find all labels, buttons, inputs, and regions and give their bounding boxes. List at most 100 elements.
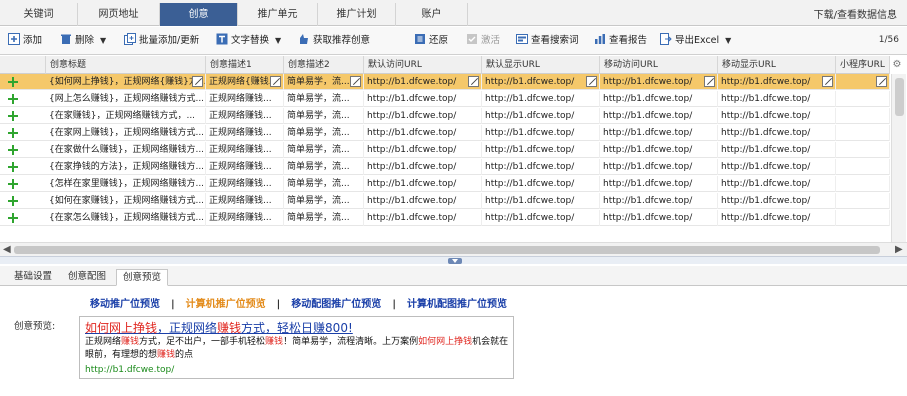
table-row[interactable]: {网上怎么赚钱}，正规网络赚钱方式... 正规网络赚钱... 简单易学，流... ht… <box>0 91 890 107</box>
expand-plus-icon[interactable] <box>8 213 18 223</box>
vertical-scrollbar[interactable] <box>891 74 906 242</box>
horizontal-scroll-thumb[interactable] <box>14 246 880 254</box>
cell-mobile-visit-url[interactable]: http://b1.dfcwe.top/ <box>600 125 718 141</box>
header-description-2[interactable]: 创意描述2 <box>284 56 364 74</box>
expand-plus-icon[interactable] <box>8 128 18 138</box>
cell-default-visit-url[interactable]: http://b1.dfcwe.top/ <box>364 210 482 226</box>
cell-mini-program-url[interactable] <box>836 193 890 209</box>
cell-mobile-visit-url[interactable]: http://b1.dfcwe.top/ <box>600 176 718 192</box>
cell-mini-program-url[interactable] <box>836 142 890 158</box>
cell-default-display-url[interactable]: http://b1.dfcwe.top/ <box>482 108 600 124</box>
edit-icon[interactable] <box>468 76 479 87</box>
add-button[interactable]: 添加 <box>8 33 42 49</box>
get-recommend-creative-button[interactable]: 获取推荐创意 <box>298 33 370 49</box>
cell-mobile-visit-url[interactable]: http://b1.dfcwe.top/ <box>600 142 718 158</box>
cell-description-2[interactable]: 简单易学，流... <box>284 125 364 141</box>
cell-mobile-display-url[interactable]: http://b1.dfcwe.top/ <box>718 74 836 90</box>
chevron-down-icon[interactable]: ▼ <box>100 33 106 49</box>
cell-description-1[interactable]: 正规网络赚钱... <box>206 142 284 158</box>
cell-default-display-url[interactable]: http://b1.dfcwe.top/ <box>482 142 600 158</box>
chevron-down-icon[interactable]: ▼ <box>275 33 281 49</box>
vertical-scroll-thumb[interactable] <box>895 78 904 116</box>
cell-mobile-display-url[interactable]: http://b1.dfcwe.top/ <box>718 91 836 107</box>
cell-description-1[interactable]: 正规网络赚钱... <box>206 193 284 209</box>
cell-mobile-display-url[interactable]: http://b1.dfcwe.top/ <box>718 142 836 158</box>
cell-mini-program-url[interactable] <box>836 91 890 107</box>
download-data-link[interactable]: 下载/查看数据信息 <box>814 6 897 21</box>
tab-creative[interactable]: 创意 <box>160 3 238 26</box>
chevron-down-icon[interactable]: ▼ <box>725 33 731 49</box>
cell-description-1[interactable]: 正规网络赚钱... <box>206 159 284 175</box>
edit-icon[interactable] <box>876 76 887 87</box>
cell-mini-program-url[interactable] <box>836 159 890 175</box>
cell-default-visit-url[interactable]: http://b1.dfcwe.top/ <box>364 159 482 175</box>
batch-add-update-button[interactable]: 批量添加/更新 <box>124 33 199 49</box>
scroll-right-icon[interactable]: ▶ <box>895 243 903 256</box>
cell-creative-title[interactable]: {怎样在家里赚钱}，正规网络赚钱方... <box>46 176 206 192</box>
tab-keywords[interactable]: 关键词 <box>0 3 78 26</box>
cell-description-2[interactable]: 简单易学，流... <box>284 142 364 158</box>
cell-default-visit-url[interactable]: http://b1.dfcwe.top/ <box>364 108 482 124</box>
cell-mobile-visit-url[interactable]: http://b1.dfcwe.top/ <box>600 108 718 124</box>
cell-default-visit-url[interactable]: http://b1.dfcwe.top/ <box>364 91 482 107</box>
table-row[interactable]: {如何在家赚钱}，正规网络赚钱方式... 正规网络赚钱... 简单易学，流... ht… <box>0 193 890 209</box>
cell-mobile-display-url[interactable]: http://b1.dfcwe.top/ <box>718 108 836 124</box>
cell-mobile-display-url[interactable]: http://b1.dfcwe.top/ <box>718 193 836 209</box>
tab-account[interactable]: 账户 <box>396 3 468 26</box>
activate-button[interactable]: 激活 <box>466 33 500 49</box>
cell-default-display-url[interactable]: http://b1.dfcwe.top/ <box>482 91 600 107</box>
cell-mobile-display-url[interactable]: http://b1.dfcwe.top/ <box>718 125 836 141</box>
edit-icon[interactable] <box>586 76 597 87</box>
edit-icon[interactable] <box>822 76 833 87</box>
ad-title[interactable]: 如何网上挣钱，正规网络赚钱方式，轻松日赚800! <box>85 319 353 336</box>
table-row[interactable]: {在家做什么赚钱}，正规网络赚钱方... 正规网络赚钱... 简单易学，流... ht… <box>0 142 890 158</box>
expand-plus-icon[interactable] <box>8 179 18 189</box>
edit-icon[interactable] <box>192 76 203 87</box>
table-row[interactable]: {在家赚钱}，正规网络赚钱方式，... 正规网络赚钱... 简单易学，流... htt… <box>0 108 890 124</box>
cell-mobile-visit-url[interactable]: http://b1.dfcwe.top/ <box>600 91 718 107</box>
expand-plus-icon[interactable] <box>8 111 18 121</box>
cell-creative-title[interactable]: {网上怎么赚钱}，正规网络赚钱方式... <box>46 91 206 107</box>
view-search-terms-button[interactable]: 查看搜索词 <box>516 33 579 49</box>
cell-default-display-url[interactable]: http://b1.dfcwe.top/ <box>482 125 600 141</box>
cell-default-visit-url[interactable]: http://b1.dfcwe.top/ <box>364 142 482 158</box>
tab-ad-group[interactable]: 推广单元 <box>238 3 318 26</box>
cell-mobile-visit-url[interactable]: http://b1.dfcwe.top/ <box>600 159 718 175</box>
cell-mobile-visit-url[interactable]: http://b1.dfcwe.top/ <box>600 74 718 90</box>
cell-description-2[interactable]: 简单易学，流... <box>284 159 364 175</box>
cell-mobile-display-url[interactable]: http://b1.dfcwe.top/ <box>718 176 836 192</box>
table-row[interactable]: {怎样在家里赚钱}，正规网络赚钱方... 正规网络赚钱... 简单易学，流... ht… <box>0 176 890 192</box>
cell-mini-program-url[interactable] <box>836 210 890 226</box>
tab-basic-settings[interactable]: 基础设置 <box>8 269 58 286</box>
expand-plus-icon[interactable] <box>8 162 18 172</box>
cell-mobile-display-url[interactable]: http://b1.dfcwe.top/ <box>718 210 836 226</box>
cell-default-visit-url[interactable]: http://b1.dfcwe.top/ <box>364 193 482 209</box>
expand-plus-icon[interactable] <box>8 77 18 87</box>
text-replace-button[interactable]: 文字替换 ▼ <box>216 33 281 49</box>
cell-mobile-display-url[interactable]: http://b1.dfcwe.top/ <box>718 159 836 175</box>
cell-default-visit-url[interactable]: http://b1.dfcwe.top/ <box>364 74 482 90</box>
cell-description-1[interactable]: 正规网络赚钱... <box>206 210 284 226</box>
edit-icon[interactable] <box>270 76 281 87</box>
header-mobile-visit-url[interactable]: 移动访问URL <box>600 56 718 74</box>
cell-description-2[interactable]: 简单易学，流... <box>284 210 364 226</box>
cell-mobile-visit-url[interactable]: http://b1.dfcwe.top/ <box>600 193 718 209</box>
mobile-image-preview-link[interactable]: 移动配图推广位预览 <box>291 299 381 310</box>
cell-default-visit-url[interactable]: http://b1.dfcwe.top/ <box>364 176 482 192</box>
cell-description-1[interactable]: 正规网络赚钱... <box>206 91 284 107</box>
cell-description-1[interactable]: 正规网络赚钱... <box>206 125 284 141</box>
computer-image-preview-link[interactable]: 计算机配图推广位预览 <box>407 299 507 310</box>
edit-icon[interactable] <box>704 76 715 87</box>
header-mini-program-url[interactable]: 小程序URL <box>836 56 890 74</box>
header-default-display-url[interactable]: 默认显示URL <box>482 56 600 74</box>
horizontal-scrollbar[interactable]: ◀ ▶ <box>0 242 907 256</box>
cell-default-display-url[interactable]: http://b1.dfcwe.top/ <box>482 193 600 209</box>
tab-campaign[interactable]: 推广计划 <box>318 3 396 26</box>
cell-description-2[interactable]: 简单易学，流... <box>284 108 364 124</box>
tab-creative-image[interactable]: 创意配图 <box>62 269 112 286</box>
expand-plus-icon[interactable] <box>8 94 18 104</box>
header-creative-title[interactable]: 创意标题 <box>46 56 206 74</box>
cell-default-display-url[interactable]: http://b1.dfcwe.top/ <box>482 74 600 90</box>
edit-icon[interactable] <box>350 76 361 87</box>
panel-splitter[interactable] <box>0 256 907 264</box>
